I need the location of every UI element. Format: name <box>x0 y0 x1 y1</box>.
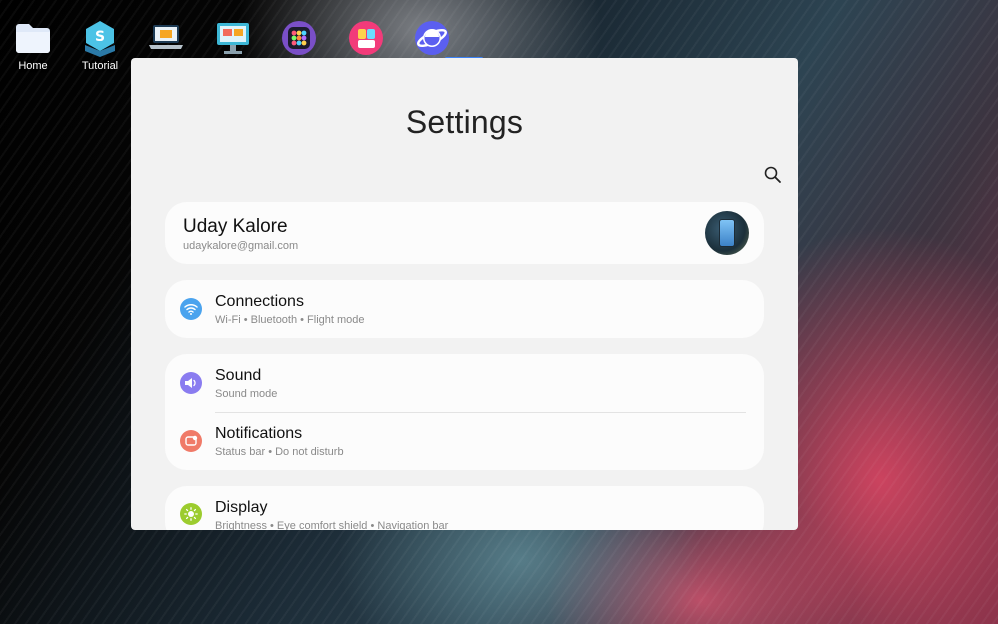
speaker-icon <box>180 372 202 394</box>
display-card: Display Brightness • Eye comfort shield … <box>165 486 764 530</box>
desktop-icon-home[interactable]: Home <box>3 18 63 72</box>
desktop-icon-app-grid[interactable] <box>269 18 329 60</box>
app-grid-icon <box>279 18 319 58</box>
internet-browser-icon <box>412 18 452 58</box>
desktop-icon-label: Home <box>18 60 48 72</box>
settings-item-subtitle: Brightness • Eye comfort shield • Naviga… <box>215 520 449 530</box>
settings-item-title: Notifications <box>215 425 303 442</box>
tutorial-book-icon: S <box>80 18 120 58</box>
desktop-icon-laptop-transfer[interactable] <box>136 18 196 60</box>
avatar[interactable] <box>705 211 749 255</box>
settings-item-title: Display <box>215 499 268 516</box>
page-title: Settings <box>405 104 524 140</box>
settings-item-subtitle: Sound mode <box>215 388 278 400</box>
desktop-icon-internet[interactable] <box>402 18 462 60</box>
settings-window: Settings Uday Kalore udaykalore@gmail.co… <box>131 58 798 530</box>
settings-item-sound[interactable]: Sound Sound mode <box>165 354 764 412</box>
settings-item-connections[interactable]: Connections Wi-Fi • Bluetooth • Flight m… <box>165 280 764 338</box>
laptop-icon <box>146 18 186 58</box>
pink-app-icon <box>346 18 386 58</box>
settings-item-subtitle: Wi-Fi • Bluetooth • Flight mode <box>215 314 365 326</box>
wifi-icon <box>180 298 202 320</box>
desktop-icon-tutorial[interactable]: S Tutorial <box>70 18 130 72</box>
monitor-icon <box>213 18 253 58</box>
sound-notifications-card: Sound Sound mode Notifications Status ba… <box>165 354 764 470</box>
account-card[interactable]: Uday Kalore udaykalore@gmail.com <box>165 202 764 264</box>
desktop-icon-pink-app[interactable] <box>336 18 396 60</box>
settings-item-title: Connections <box>215 293 304 310</box>
settings-item-display[interactable]: Display Brightness • Eye comfort shield … <box>165 486 764 530</box>
search-icon <box>764 166 781 183</box>
settings-item-title: Sound <box>215 367 262 384</box>
folder-icon <box>13 18 53 58</box>
settings-item-notifications[interactable]: Notifications Status bar • Do not distur… <box>165 412 764 470</box>
desktop-icon-screen-share[interactable] <box>203 18 263 60</box>
notification-icon <box>180 430 202 452</box>
connections-card: Connections Wi-Fi • Bluetooth • Flight m… <box>165 280 764 338</box>
desktop-icon-label: Tutorial <box>81 60 119 72</box>
account-name: Uday Kalore <box>183 216 288 237</box>
sun-icon <box>180 503 202 525</box>
svg-text:S: S <box>95 29 105 45</box>
avatar-photo <box>719 219 735 247</box>
settings-item-subtitle: Status bar • Do not disturb <box>215 446 344 458</box>
account-email: udaykalore@gmail.com <box>183 240 299 252</box>
search-button[interactable] <box>763 165 783 185</box>
